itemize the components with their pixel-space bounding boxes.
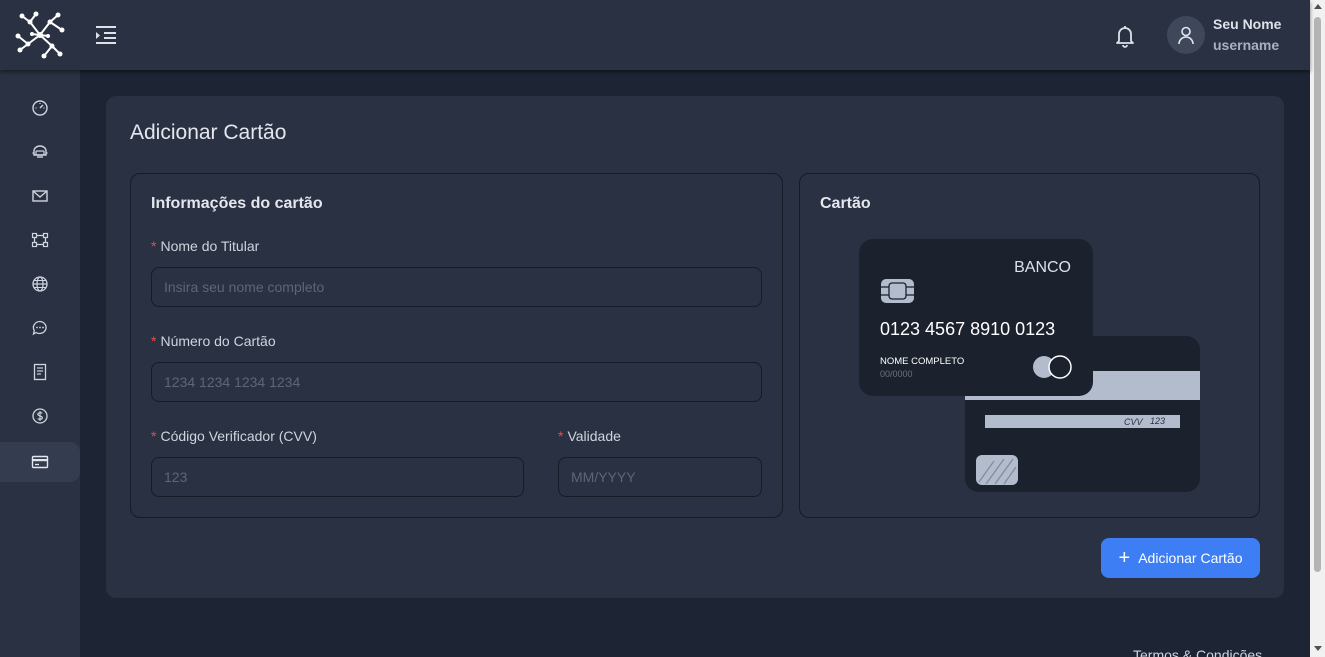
dollar-icon	[32, 408, 48, 424]
card-cvv-value: 123	[1150, 416, 1165, 426]
sidebar-item-cards[interactable]	[0, 442, 80, 482]
card-front: BANCO 0123 4567 8910 0123 NOME COMPLETO …	[859, 239, 1093, 396]
page-scrollbar[interactable]	[1310, 0, 1325, 657]
sidebar-item-mail[interactable]	[0, 176, 80, 216]
sidebar-item-shapes[interactable]	[0, 220, 80, 260]
document-icon	[33, 363, 47, 381]
card-cvv-label: CVV	[1124, 417, 1144, 427]
card-number-input[interactable]	[151, 362, 762, 402]
card-number-label: * Número do Cartão	[151, 333, 276, 349]
required-mark: *	[151, 333, 157, 349]
top-header: Seu Nome username	[0, 0, 1310, 70]
vector-shape-icon	[31, 232, 49, 248]
dashboard-gauge-icon	[32, 100, 48, 116]
sidebar-item-dashboard[interactable]	[0, 88, 80, 128]
add-card-button-label: Adicionar Cartão	[1138, 550, 1243, 566]
card-info-title: Informações do cartão	[151, 195, 323, 212]
card-holder-display: NOME COMPLETO	[880, 356, 964, 367]
card-bank-name: BANCO	[1014, 259, 1071, 276]
user-login[interactable]: username	[1213, 37, 1279, 53]
mail-icon	[32, 190, 48, 202]
expiry-label-text: Validade	[567, 428, 621, 444]
required-mark: *	[151, 238, 157, 254]
globe-icon	[32, 276, 48, 292]
card-info-panel: Informações do cartão *Nome do Titular *…	[130, 173, 783, 518]
card-number-label-text: Número do Cartão	[160, 333, 276, 349]
holder-name-input[interactable]	[151, 267, 762, 307]
cvv-label: * Código Verificador (CVV)	[151, 428, 317, 444]
add-card-page: Adicionar Cartão Informações do cartão *…	[106, 96, 1284, 598]
cvv-label-text: Código Verificador (CVV)	[160, 428, 317, 444]
bell-icon[interactable]	[1113, 23, 1137, 49]
page-title: Adicionar Cartão	[130, 121, 287, 144]
card-illustration: CVV 123 BANCO 0123 4567 8910 0123 NOME C…	[859, 239, 1200, 492]
card-preview-panel: Cartão CVV 123 BANCO 0123 4567 8910 0123…	[799, 173, 1260, 518]
card-number-display: 0123 4567 8910 0123	[880, 319, 1055, 339]
chat-icon	[32, 320, 47, 336]
sidebar	[0, 70, 80, 657]
required-mark: *	[558, 428, 564, 444]
scroll-thumb[interactable]	[1314, 17, 1321, 572]
credit-card-icon	[31, 455, 49, 469]
add-card-button[interactable]: + Adicionar Cartão	[1101, 538, 1260, 578]
card-preview-title: Cartão	[820, 195, 871, 212]
card-brand-icon	[1033, 355, 1072, 379]
sidebar-item-document[interactable]	[0, 352, 80, 392]
terms-link[interactable]: Termos & Condições	[1133, 647, 1262, 657]
menu-indent-icon[interactable]	[94, 24, 118, 46]
cvv-input[interactable]	[151, 457, 524, 497]
sidebar-item-robot[interactable]	[0, 132, 80, 172]
scroll-down-icon[interactable]	[1314, 646, 1322, 651]
card-chip-icon	[881, 279, 914, 303]
holder-name-label-text: Nome do Titular	[160, 238, 260, 254]
user-icon	[1178, 26, 1194, 45]
plus-icon: +	[1118, 547, 1131, 569]
sidebar-item-billing[interactable]	[0, 396, 80, 436]
expiry-input[interactable]	[558, 457, 762, 497]
required-mark: *	[151, 428, 157, 444]
robot-icon	[32, 145, 48, 158]
user-name[interactable]: Seu Nome	[1213, 16, 1281, 32]
sidebar-item-globe[interactable]	[0, 264, 80, 304]
sidebar-item-chat[interactable]	[0, 308, 80, 348]
network-logo-icon[interactable]	[12, 10, 68, 60]
scroll-up-icon[interactable]	[1314, 4, 1322, 9]
holder-name-label: * Nome do Titular	[151, 238, 259, 254]
card-expiry-display: 00/0000	[880, 369, 913, 379]
expiry-label: * Validade	[558, 428, 621, 444]
avatar[interactable]	[1167, 16, 1205, 54]
